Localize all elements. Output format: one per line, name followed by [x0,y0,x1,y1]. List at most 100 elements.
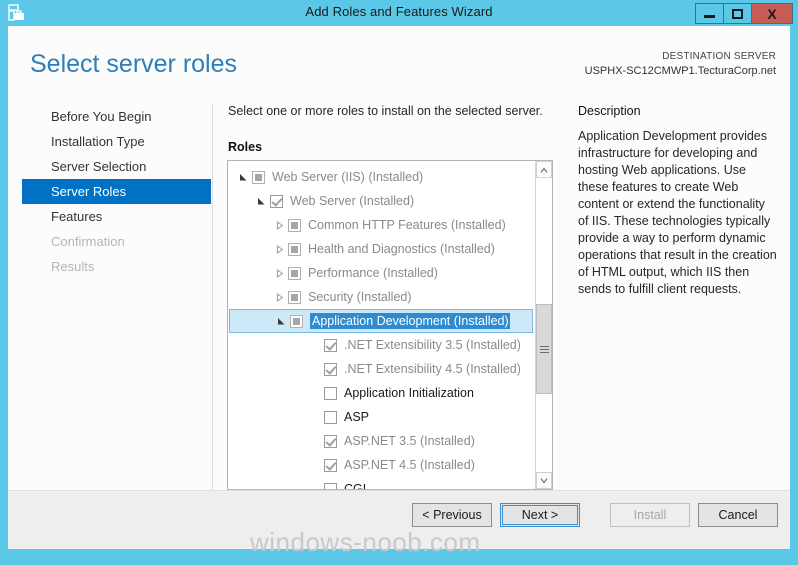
sidebar-item-label: Before You Begin [51,109,152,124]
description-body: Application Development provides infrast… [578,129,777,296]
scroll-up-button[interactable] [536,161,552,178]
wizard-nav: Before You Begin Installation Type Server … [22,104,213,499]
expand-arrow-collapsed-icon[interactable] [270,244,288,254]
tree-item-label: Security (Installed) [308,290,412,304]
title-bar: Add Roles and Features Wizard X [0,0,798,26]
checkbox-partial [252,170,265,184]
table-row[interactable]: Performance (Installed) [228,261,534,285]
next-button[interactable]: Next > [500,503,580,527]
sidebar-item-before-you-begin[interactable]: Before You Begin [22,104,212,129]
close-button[interactable]: X [751,3,793,24]
expand-arrow-collapsed-icon[interactable] [270,220,288,230]
tree-item-label: Health and Diagnostics (Installed) [308,242,495,256]
tree-item-label: Application Initialization [344,386,474,400]
table-row[interactable]: Common HTTP Features (Installed) [228,213,534,237]
tree-item-label: Common HTTP Features (Installed) [308,218,506,232]
roles-section: Select one or more roles to install on t… [227,104,557,490]
minimize-button[interactable] [695,3,724,24]
next-button-label: Next > [521,508,559,522]
previous-button[interactable]: < Previous [412,503,492,527]
tree-item-label: Web Server (IIS) (Installed) [272,170,424,184]
table-row[interactable]: Health and Diagnostics (Installed) [228,237,534,261]
page-title: Select server roles [30,50,238,78]
sidebar-item-label: Features [51,209,103,224]
sidebar-item-confirmation: Confirmation [22,229,212,254]
checkbox-checked [324,362,337,376]
minimize-icon [704,14,715,18]
expand-arrow-collapsed-icon[interactable] [270,292,288,302]
wizard-window: Add Roles and Features Wizard X Select s… [0,0,798,565]
expand-arrow-expanded-icon[interactable] [272,317,290,326]
table-row[interactable]: Application Initialization [228,381,534,405]
maximize-button[interactable] [723,3,752,24]
table-row[interactable]: .NET Extensibility 3.5 (Installed) [228,333,534,357]
tree-item-label: .NET Extensibility 3.5 (Installed) [344,338,521,352]
sidebar-item-features[interactable]: Features [22,204,212,229]
checkbox-partial [288,266,301,280]
table-row[interactable]: Web Server (Installed) [228,189,534,213]
table-row[interactable]: ASP.NET 4.5 (Installed) [228,453,534,477]
table-row[interactable]: ASP.NET 3.5 (Installed) [228,429,534,453]
tree-item-label: Performance (Installed) [308,266,438,280]
checkbox-partial [288,242,301,256]
description-panel: Description Application Development prov… [578,104,790,298]
cancel-button-label: Cancel [718,508,758,522]
checkbox-checked [324,458,337,472]
tree-item-label: .NET Extensibility 4.5 (Installed) [344,362,521,376]
scrollbar-grip-icon [539,344,549,355]
roles-tree[interactable]: Web Server (IIS) (Installed) Web Server (… [227,160,553,490]
checkbox-partial [288,218,301,232]
sidebar-item-results: Results [22,254,212,279]
table-row[interactable]: Web Server (IIS) (Installed) [228,165,534,189]
table-row[interactable]: Security (Installed) [228,285,534,309]
tree-item-label: CGI [344,482,367,490]
install-button-label: Install [633,508,667,522]
expand-arrow-collapsed-icon[interactable] [270,268,288,278]
checkbox-checked [270,194,283,208]
checkbox-unchecked[interactable] [324,386,337,400]
window-title: Add Roles and Features Wizard [305,4,493,19]
window-controls: X [695,3,793,24]
destination-server-name: USPHX-SC12CMWP1.TecturaCorp.net [584,65,776,77]
sidebar-item-label: Confirmation [51,234,125,249]
table-row[interactable]: ASP [228,405,534,429]
sidebar-item-label: Server Selection [51,159,147,174]
client-area: Select server roles DESTINATION SERVER U… [8,26,790,549]
footer-bar: < Previous Next > Install Cancel [8,490,790,549]
install-button: Install [610,503,690,527]
table-row[interactable]: CGI [228,477,534,490]
scroll-down-button[interactable] [536,472,552,489]
checkbox-unchecked[interactable] [324,410,337,424]
sidebar-item-label: Installation Type [51,134,145,149]
sidebar-item-label: Results [51,259,95,274]
expand-arrow-expanded-icon[interactable] [252,197,270,206]
instruction-text: Select one or more roles to install on t… [228,104,543,118]
checkbox-checked [324,434,337,448]
previous-button-label: < Previous [422,508,482,522]
sidebar-item-server-roles[interactable]: Server Roles [22,179,211,204]
footer-buttons: < Previous Next > Install Cancel [404,503,778,527]
tree-item-label: ASP.NET 4.5 (Installed) [344,458,475,472]
sidebar-item-installation-type[interactable]: Installation Type [22,129,212,154]
sidebar-item-label: Server Roles [51,184,127,199]
checkbox-partial [288,290,301,304]
tree-item-label: ASP [344,410,370,424]
destination-server-label: DESTINATION SERVER [662,51,776,62]
tree-item-label: Application Development (Installed) [310,313,510,329]
scrollbar-thumb[interactable] [536,304,552,394]
roles-tree-list: Web Server (IIS) (Installed) Web Server (… [228,165,534,490]
sidebar-item-server-selection[interactable]: Server Selection [22,154,212,179]
expand-arrow-expanded-icon[interactable] [234,173,252,182]
tree-item-label: Web Server (Installed) [290,194,415,208]
maximize-icon [732,8,743,19]
checkbox-unchecked[interactable] [324,482,337,489]
description-title: Description [578,104,641,118]
roles-tree-scrollbar[interactable] [535,161,552,489]
cancel-button[interactable]: Cancel [698,503,778,527]
checkbox-checked [324,338,337,352]
table-row[interactable]: Application Development (Installed) [229,309,533,333]
tree-item-label: ASP.NET 3.5 (Installed) [344,434,475,448]
table-row[interactable]: .NET Extensibility 4.5 (Installed) [228,357,534,381]
roles-label: Roles [228,140,263,154]
checkbox-partial [290,314,303,328]
